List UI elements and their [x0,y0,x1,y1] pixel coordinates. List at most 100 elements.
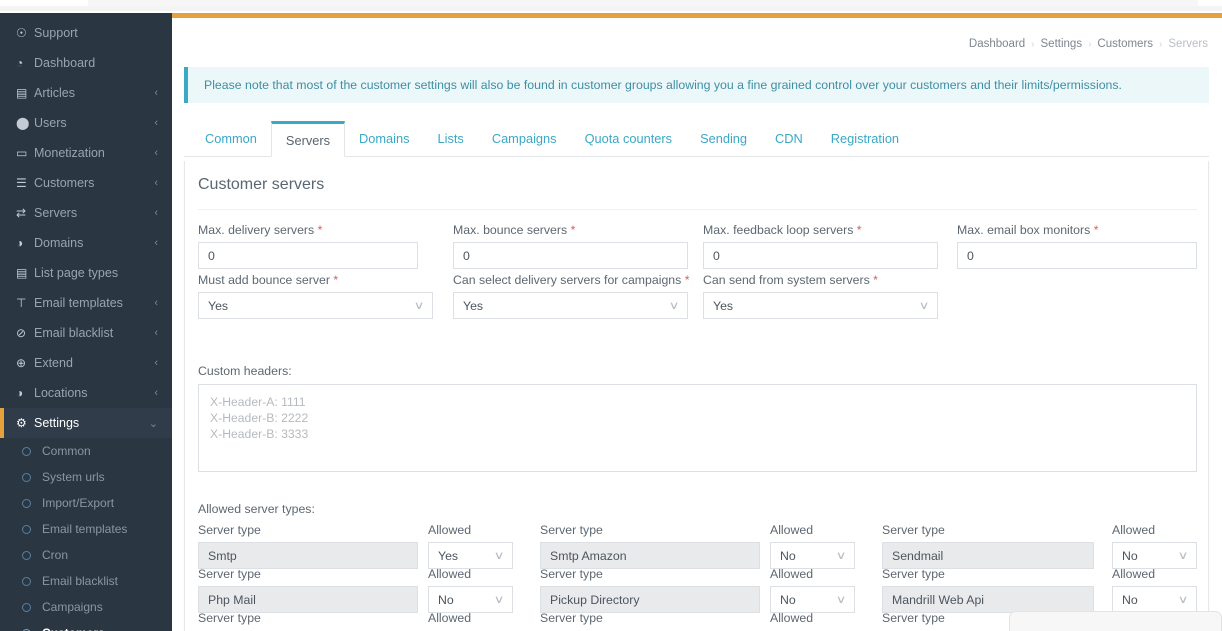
globe-icon: ◑ [16,236,24,250]
input-max-delivery-servers[interactable]: 0 [198,242,418,269]
sidebar-item-label: Locations [34,386,88,400]
input-max-email-box-monitors[interactable]: 0 [957,242,1197,269]
sidebar-subitem-label: Email blacklist [42,574,119,588]
custom-headers-textarea[interactable]: X-Header-A: 1111 X-Header-B: 2222 X-Head… [198,384,1197,472]
sidebar-item-settings[interactable]: ⚙ Settings ⌄ [0,408,172,438]
sidebar-subitem-import-export[interactable]: Import/Export [0,490,172,516]
tab-quota-counters[interactable]: Quota counters [571,121,687,156]
sidebar-item-dashboard[interactable]: ◔ Dashboard [0,48,172,78]
sidebar-item-customers[interactable]: ☰ Customers ‹ [0,168,172,198]
user-icon: ⬤ [16,116,30,130]
tab-campaigns[interactable]: Campaigns [478,121,571,156]
allowed-select-php-mail[interactable]: No ∨ [428,586,513,613]
sidebar-subitem-campaigns[interactable]: Campaigns [0,594,172,620]
tab-label: Quota counters [584,131,673,146]
field-can-send-from-system-servers: Can send from system servers * Yes ∨ [703,273,938,319]
sidebar-item-servers[interactable]: ⇄ Servers ‹ [0,198,172,228]
allowed-select-sendmail[interactable]: No ∨ [1112,542,1197,569]
sidebar-subitem-cron[interactable]: Cron [0,542,172,568]
chevron-icon: ‹ [154,357,158,369]
sidebar-item-email-blacklist[interactable]: ⊘ Email blacklist ‹ [0,318,172,348]
help-circle-icon: ☉ [16,26,27,40]
server-type-cell-smtp: Server type Smtp [198,523,418,569]
allowed-cell-sendmail: Allowed No ∨ [1112,523,1197,569]
allowed-cell-pickup-directory: Allowed No ∨ [770,567,855,613]
server-type-column-label: Server type [198,611,261,625]
server-type-cell-partial: Server type [540,611,760,630]
sidebar-subitem-system-urls[interactable]: System urls [0,464,172,490]
sidebar-item-label: List page types [34,266,119,280]
tab-registration[interactable]: Registration [817,121,913,156]
allowed-value: No [438,592,454,607]
allowed-select-pickup-directory[interactable]: No ∨ [770,586,855,613]
sidebar-item-label: Email blacklist [34,326,114,340]
sidebar-item-domains[interactable]: ◑ Domains ‹ [0,228,172,258]
chevron-down-icon: ∨ [1177,594,1189,606]
input-max-feedback-loop-servers[interactable]: 0 [703,242,938,269]
breadcrumb-item[interactable]: Customers [1097,38,1153,50]
select-must-add-bounce-server[interactable]: Yes ∨ [198,292,433,319]
server-type-input-smtp-amazon: Smtp Amazon [540,542,760,569]
breadcrumb-separator: › [1159,39,1163,50]
sidebar-item-articles[interactable]: ▤ Articles ‹ [0,78,172,108]
customers-icon: ☰ [16,176,27,190]
circle-bullet-icon [22,550,31,560]
tab-lists[interactable]: Lists [424,121,478,156]
plus-circle-icon: ⊕ [16,356,27,370]
breadcrumb-item[interactable]: Settings [1041,38,1083,50]
info-notice-text: Please note that most of the customer se… [204,78,1122,92]
sidebar-item-locations[interactable]: ◑ Locations ‹ [0,378,172,408]
allowed-select-mandrill-web-api[interactable]: No ∨ [1112,586,1197,613]
bottom-overlay-widget[interactable] [1009,611,1222,631]
chevron-icon: ‹ [154,147,158,159]
title-divider [198,209,1197,210]
tab-common[interactable]: Common [191,121,271,156]
field-can-select-delivery-servers-for-campaigns: Can select delivery servers for campaign… [453,273,690,319]
chevron-icon: ‹ [154,207,158,219]
required-asterisk: * [570,223,576,237]
sidebar-item-monetization[interactable]: ▭ Monetization ‹ [0,138,172,168]
tab-bar: Common Servers Domains Lists Campaigns Quota … [184,121,1209,157]
sidebar-subitem-label: Import/Export [42,496,115,510]
select-can-send-from-system-servers[interactable]: Yes ∨ [703,292,938,319]
sidebar-item-list-page-types[interactable]: ▤ List page types [0,258,172,288]
tab-label: Common [205,131,257,146]
custom-headers-label: Custom headers: [198,364,292,378]
chevron-down-icon: ∨ [1177,550,1189,562]
breadcrumb-item[interactable]: Dashboard [969,38,1025,50]
sidebar-subitem-customers[interactable]: Customers [0,620,172,631]
allowed-column-label: Allowed [428,567,472,581]
select-can-select-delivery-servers-for-campaigns[interactable]: Yes ∨ [453,292,688,319]
allowed-select-smtp-amazon[interactable]: No ∨ [770,542,855,569]
page-title: Customer servers [198,176,325,193]
sidebar-item-label: Monetization [34,146,105,160]
circle-bullet-icon [22,472,31,482]
server-type-column-label: Server type [882,567,945,581]
input-max-bounce-servers[interactable]: 0 [453,242,688,269]
server-type-column-label: Server type [540,611,603,625]
sidebar-item-users[interactable]: ⬤ Users ‹ [0,108,172,138]
allowed-select-smtp[interactable]: Yes ∨ [428,542,513,569]
breadcrumb-separator: › [1088,39,1092,50]
tab-label: Sending [700,131,748,146]
field-max-email-box-monitors: Max. email box monitors * 0 [957,223,1197,269]
sidebar-item-support[interactable]: ☉ Support [0,18,172,48]
sidebar-subitem-common[interactable]: Common [0,438,172,464]
sidebar-subitem-email-templates[interactable]: Email templates [0,516,172,542]
sidebar-item-email-templates[interactable]: ⊤ Email templates ‹ [0,288,172,318]
chevron-icon: ‹ [154,387,158,399]
sidebar-item-extend[interactable]: ⊕ Extend ‹ [0,348,172,378]
chevron-icon: ‹ [154,237,158,249]
monetization-icon: ▭ [16,146,28,160]
server-type-value: Mandrill Web Api [892,592,985,607]
servers-icon: ⇄ [16,206,27,220]
sidebar-subitem-email-blacklist[interactable]: Email blacklist [0,568,172,594]
tab-sending[interactable]: Sending [686,121,761,156]
sidebar-item-label: Support [34,26,78,40]
chevron-down-icon: ∨ [835,594,847,606]
allowed-cell-smtp-amazon: Allowed No ∨ [770,523,855,569]
tab-cdn[interactable]: CDN [761,121,817,156]
tab-domains[interactable]: Domains [345,121,424,156]
required-asterisk: * [1093,223,1099,237]
tab-servers[interactable]: Servers [270,121,346,157]
